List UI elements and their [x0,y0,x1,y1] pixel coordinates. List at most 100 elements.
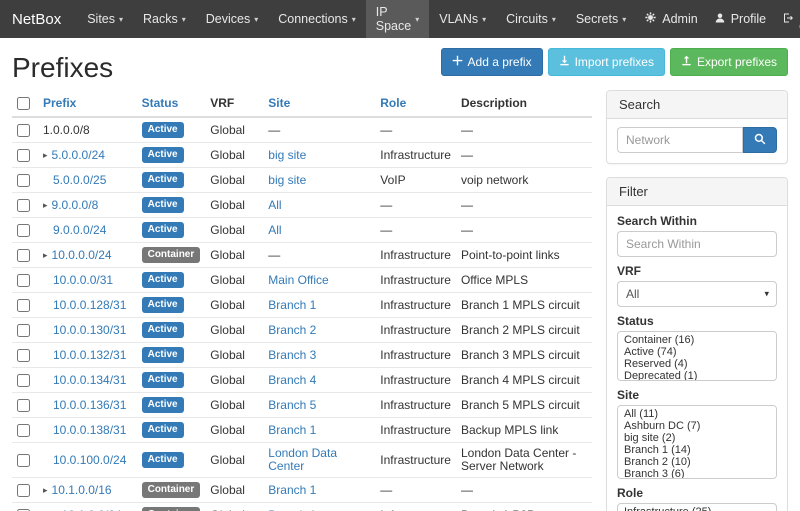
site-option[interactable]: All (11) [618,408,776,420]
site-link[interactable]: Branch 3 [268,348,316,362]
nav-label: VLANs [439,12,478,26]
description-cell: Office MPLS [456,268,592,293]
prefix-link[interactable]: 1.0.0.0/8 [43,124,90,137]
nav-item-secrets[interactable]: Secrets▾ [566,0,636,38]
chevron-down-icon: ▾ [182,15,186,24]
import-prefixes-label: Import prefixes [575,55,654,69]
site-option[interactable]: big site (2) [618,432,776,444]
prefix-link[interactable]: 10.0.0.132/31 [53,349,126,362]
status-filter-listbox[interactable]: Container (16) Active (74) Reserved (4) … [617,331,777,381]
row-checkbox[interactable] [17,174,30,187]
row-checkbox[interactable] [17,224,30,237]
sort-status-link[interactable]: Status [142,96,179,110]
table-row: 10.0.0.130/31 Active Global Branch 2 Inf… [12,318,592,343]
site-link[interactable]: Branch 1 [268,423,316,437]
row-checkbox[interactable] [17,349,30,362]
site-link[interactable]: Branch 2 [268,323,316,337]
row-checkbox[interactable] [17,424,30,437]
site-link[interactable]: All [268,223,281,237]
nav-item-vlans[interactable]: VLANs▾ [429,0,496,38]
prefix-link[interactable]: 10.0.0.0/24 [52,249,112,262]
role-option[interactable]: Infrastructure (25) [618,506,776,511]
site-link[interactable]: London Data Center [268,446,337,473]
status-option[interactable]: Reserved (4) [618,358,776,370]
row-checkbox[interactable] [17,149,30,162]
status-badge: Container [142,482,201,498]
site-link[interactable]: Branch 1 [268,483,316,497]
import-prefixes-button[interactable]: Import prefixes [548,48,665,76]
row-checkbox[interactable] [17,324,30,337]
nav-item-ip-space[interactable]: IP Space▾ [366,0,429,38]
prefix-link[interactable]: 10.0.0.136/31 [53,399,126,412]
site-link[interactable]: big site [268,173,306,187]
vrf-cell: Global [205,243,263,268]
status-option[interactable]: Active (74) [618,346,776,358]
prefix-link[interactable]: 10.0.100.0/24 [53,454,126,467]
search-within-label: Search Within [617,214,777,228]
status-badge: Active [142,172,184,188]
site-option[interactable]: Branch 3 (6) [618,468,776,479]
nav-item-devices[interactable]: Devices▾ [196,0,268,38]
site-filter-listbox[interactable]: All (11) Ashburn DC (7) big site (2) Bra… [617,405,777,479]
row-checkbox[interactable] [17,454,30,467]
add-prefix-button[interactable]: Add a prefix [441,48,543,76]
site-option[interactable]: Ashburn DC (7) [618,420,776,432]
nav-item-circuits[interactable]: Circuits▾ [496,0,566,38]
site-link[interactable]: All [268,198,281,212]
prefix-link[interactable]: 10.1.0.0/16 [52,484,112,497]
nav-item-sites[interactable]: Sites▾ [77,0,133,38]
status-badge: Container [142,247,201,263]
logout-icon [782,12,794,27]
site-link[interactable]: big site [268,148,306,162]
plus-icon [452,55,463,69]
nav-item-profile[interactable]: Profile [706,0,774,38]
nav-item-connections[interactable]: Connections▾ [268,0,366,38]
prefix-link[interactable]: 10.0.0.138/31 [53,424,126,437]
nav-item-racks[interactable]: Racks▾ [133,0,196,38]
prefix-list: Prefix Status VRF Site Role Description … [12,90,592,511]
prefix-link[interactable]: 10.0.0.130/31 [53,324,126,337]
nav-label: IP Space [376,5,411,33]
vrf-cell: Global [205,343,263,368]
row-checkbox[interactable] [17,199,30,212]
prefix-link[interactable]: 9.0.0.0/8 [52,199,99,212]
sort-role-link[interactable]: Role [380,96,406,110]
site-link[interactable]: Branch 4 [268,373,316,387]
select-all-checkbox[interactable] [17,97,30,110]
prefix-link[interactable]: 5.0.0.0/24 [52,149,105,162]
role-filter-listbox[interactable]: Infrastructure (25) Management (8) Priva… [617,503,777,511]
prefix-link[interactable]: 5.0.0.0/25 [53,174,106,187]
vrf-select[interactable]: All [617,281,777,307]
site-cell: — [268,123,280,137]
prefix-link[interactable]: 9.0.0.0/24 [53,224,106,237]
site-link[interactable]: Main Office [268,273,328,287]
status-option[interactable]: Deprecated (1) [618,370,776,381]
search-button[interactable] [743,127,777,153]
row-checkbox[interactable] [17,374,30,387]
sort-site-link[interactable]: Site [268,96,290,110]
row-checkbox[interactable] [17,299,30,312]
site-option[interactable]: Branch 1 (14) [618,444,776,456]
row-checkbox[interactable] [17,399,30,412]
description-cell: London Data Center - Server Network [456,443,592,478]
search-within-input[interactable] [617,231,777,257]
sort-prefix-link[interactable]: Prefix [43,96,76,110]
prefix-link[interactable]: 10.0.0.134/31 [53,374,126,387]
row-checkbox[interactable] [17,274,30,287]
import-icon [559,55,570,69]
row-checkbox[interactable] [17,249,30,262]
status-option[interactable]: Container (16) [618,334,776,346]
search-input[interactable] [617,127,743,153]
prefix-link[interactable]: 10.0.0.128/31 [53,299,126,312]
site-link[interactable]: Branch 1 [268,298,316,312]
prefix-link[interactable]: 10.0.0.0/31 [53,274,113,287]
site-link[interactable]: Branch 5 [268,398,316,412]
nav-item-admin[interactable]: Admin [636,0,705,38]
brand-link[interactable]: NetBox [12,0,61,38]
nav-item-logout[interactable]: Log out [774,0,800,38]
row-checkbox[interactable] [17,484,30,497]
chevron-down-icon: ▾ [622,15,626,24]
row-checkbox[interactable] [17,124,30,137]
export-prefixes-button[interactable]: Export prefixes [670,48,788,76]
site-option[interactable]: Branch 2 (10) [618,456,776,468]
